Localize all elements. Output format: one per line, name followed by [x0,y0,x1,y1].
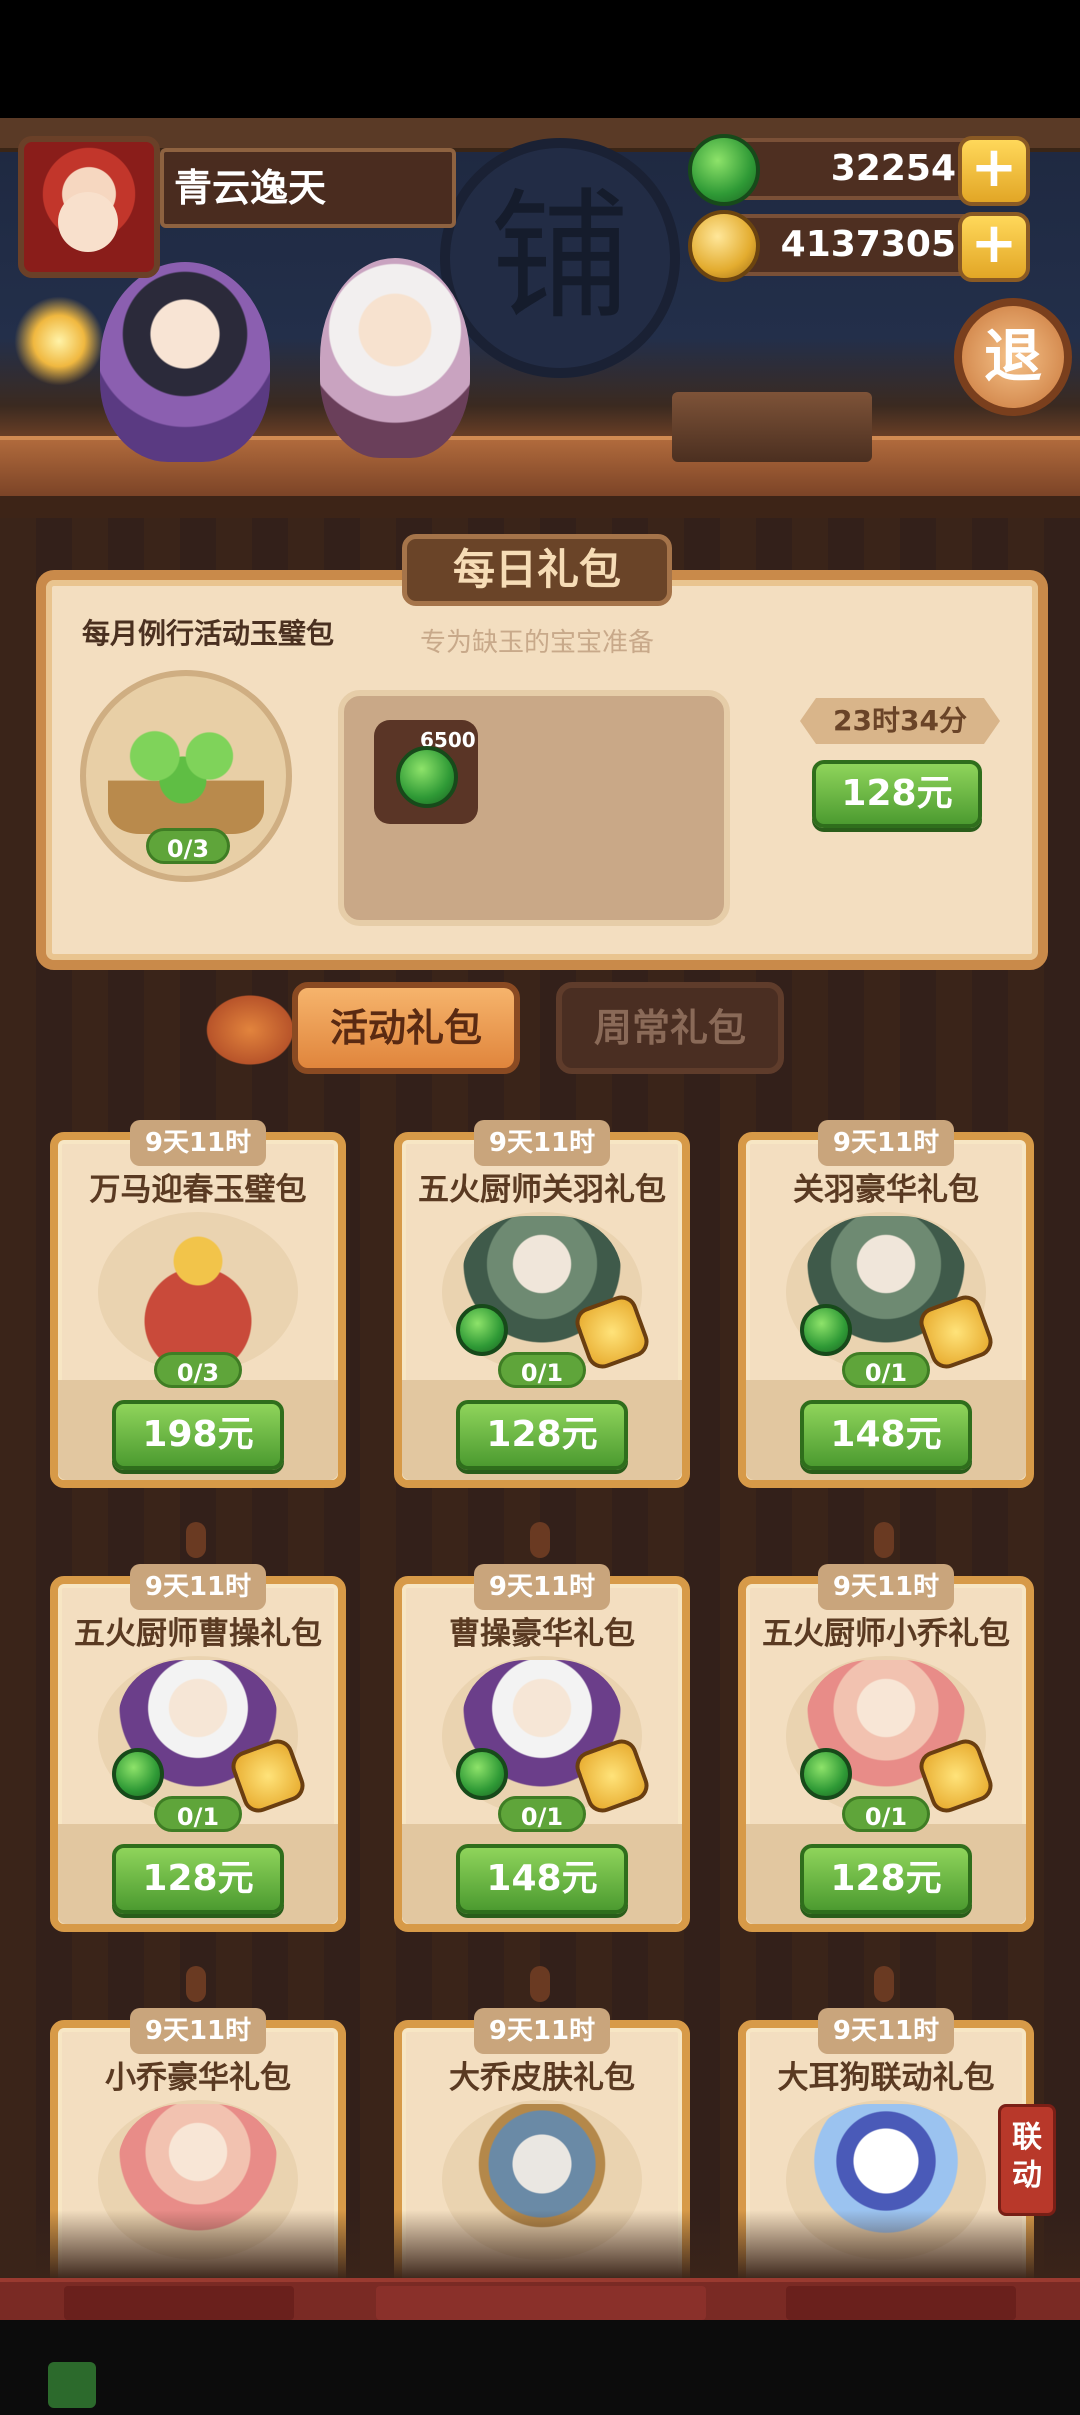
player-name: 青云逸天 [160,148,456,228]
scroll-fade [0,2210,1080,2280]
avatar-face [58,192,118,252]
card-timer: 9天11时 [130,1564,266,1610]
helper-character [320,258,470,458]
daily-timer: 23时34分 [800,698,1000,744]
jade-currency: 32254 + [688,134,1030,206]
collab-tag: 联动 [998,2104,1056,2216]
card-buy-button[interactable]: 128元 [456,1400,628,1470]
pack-card[interactable]: 9天11时 曹操豪华礼包 0/1 148元 [394,1564,690,1932]
daily-pack-title: 每日礼包 [402,534,672,606]
jade-icon [688,134,760,206]
card-buy-button[interactable]: 148元 [800,1400,972,1470]
card-timer: 9天11时 [130,1120,266,1166]
card-count: 0/1 [154,1796,242,1832]
basket-art [108,714,264,834]
jade-icon [800,1748,852,1800]
books-decoration [672,392,872,462]
pack-card[interactable]: 9天11时 五火厨师曹操礼包 0/1 128元 [50,1564,346,1932]
coin-currency: 4137305 + [688,210,1030,282]
card-timer: 9天11时 [818,1120,954,1166]
card-title: 五火厨师小乔礼包 [762,1616,1010,1652]
add-jade-button[interactable]: + [958,136,1030,206]
hanging-pin [186,1522,206,1558]
card-buy-button[interactable]: 128元 [112,1844,284,1914]
card-title: 五火厨师曹操礼包 [74,1616,322,1652]
jade-chest-icon [118,1216,278,1366]
card-title: 大乔皮肤礼包 [449,2060,635,2096]
hanging-pin [874,1966,894,2002]
card-title: 小乔豪华礼包 [105,2060,291,2096]
coin-amount: 4137305 [780,224,956,265]
daily-pack-name: 每月例行活动玉璧包 [82,617,335,650]
card-timer: 9天11时 [818,1564,954,1610]
tab-weekly-packs[interactable]: 周常礼包 [556,982,784,1074]
floating-app-icon[interactable] [48,2362,96,2408]
pack-card[interactable]: 9天11时 关羽豪华礼包 0/1 148元 [738,1120,1034,1488]
hanging-pin [530,1966,550,2002]
card-title: 万马迎春玉璧包 [89,1172,307,1208]
card-title: 大耳狗联动礼包 [777,2060,995,2096]
jade-icon [396,746,458,808]
coin-icon [688,210,760,282]
hanging-pin [530,1522,550,1558]
card-timer: 9天11时 [474,1120,610,1166]
reward-item[interactable]: 6500 [374,720,478,824]
jade-amount: 32254 [830,148,956,189]
tab-mascot-icon [200,990,300,1070]
card-timer: 9天11时 [818,2008,954,2054]
card-timer: 9天11时 [474,1564,610,1610]
card-buy-button[interactable]: 148元 [456,1844,628,1914]
hanging-pin [186,1966,206,2002]
shop-sign: 铺 [440,138,680,378]
system-nav-bar [0,2320,1080,2415]
card-count: 0/1 [842,1352,930,1388]
add-coin-button[interactable]: + [958,212,1030,282]
jade-icon [456,1304,508,1356]
pack-card[interactable]: 9天11时 万马迎春玉璧包 0/3 198元 [50,1120,346,1488]
jade-icon [800,1304,852,1356]
player-avatar[interactable] [18,136,160,278]
lamp-icon [14,296,104,386]
tab-event-packs[interactable]: 活动礼包 [292,982,520,1074]
card-buy-button[interactable]: 198元 [112,1400,284,1470]
card-title: 五火厨师关羽礼包 [418,1172,666,1208]
card-count: 0/1 [842,1796,930,1832]
bottom-rail [0,2278,1080,2320]
card-title: 关羽豪华礼包 [793,1172,979,1208]
card-timer: 9天11时 [474,2008,610,2054]
status-bar [0,0,1080,118]
exit-button[interactable]: 退 [954,298,1072,416]
rail-segment [376,2286,706,2320]
card-count: 0/3 [154,1352,242,1388]
card-count: 0/1 [498,1796,586,1832]
hanging-pin [874,1522,894,1558]
shopkeeper-character [100,262,270,462]
pack-card[interactable]: 9天11时 五火厨师关羽礼包 0/1 128元 [394,1120,690,1488]
rail-segment [64,2286,294,2320]
pack-card[interactable]: 9天11时 五火厨师小乔礼包 0/1 128元 [738,1564,1034,1932]
shop-screen: 铺 青云逸天 32254 + 4137305 + 退 每日礼包 每月例行活动玉璧… [0,0,1080,2415]
jade-icon [112,1748,164,1800]
daily-pack-subtitle: 专为缺玉的宝宝准备 [420,628,655,658]
jade-icon [456,1748,508,1800]
daily-buy-button[interactable]: 128元 [812,760,982,828]
card-timer: 9天11时 [130,2008,266,2054]
counter-base [0,496,1080,518]
card-title: 曹操豪华礼包 [449,1616,635,1652]
card-buy-button[interactable]: 128元 [800,1844,972,1914]
rail-segment [786,2286,1016,2320]
daily-pack-progress: 0/3 [146,828,230,864]
card-count: 0/1 [498,1352,586,1388]
